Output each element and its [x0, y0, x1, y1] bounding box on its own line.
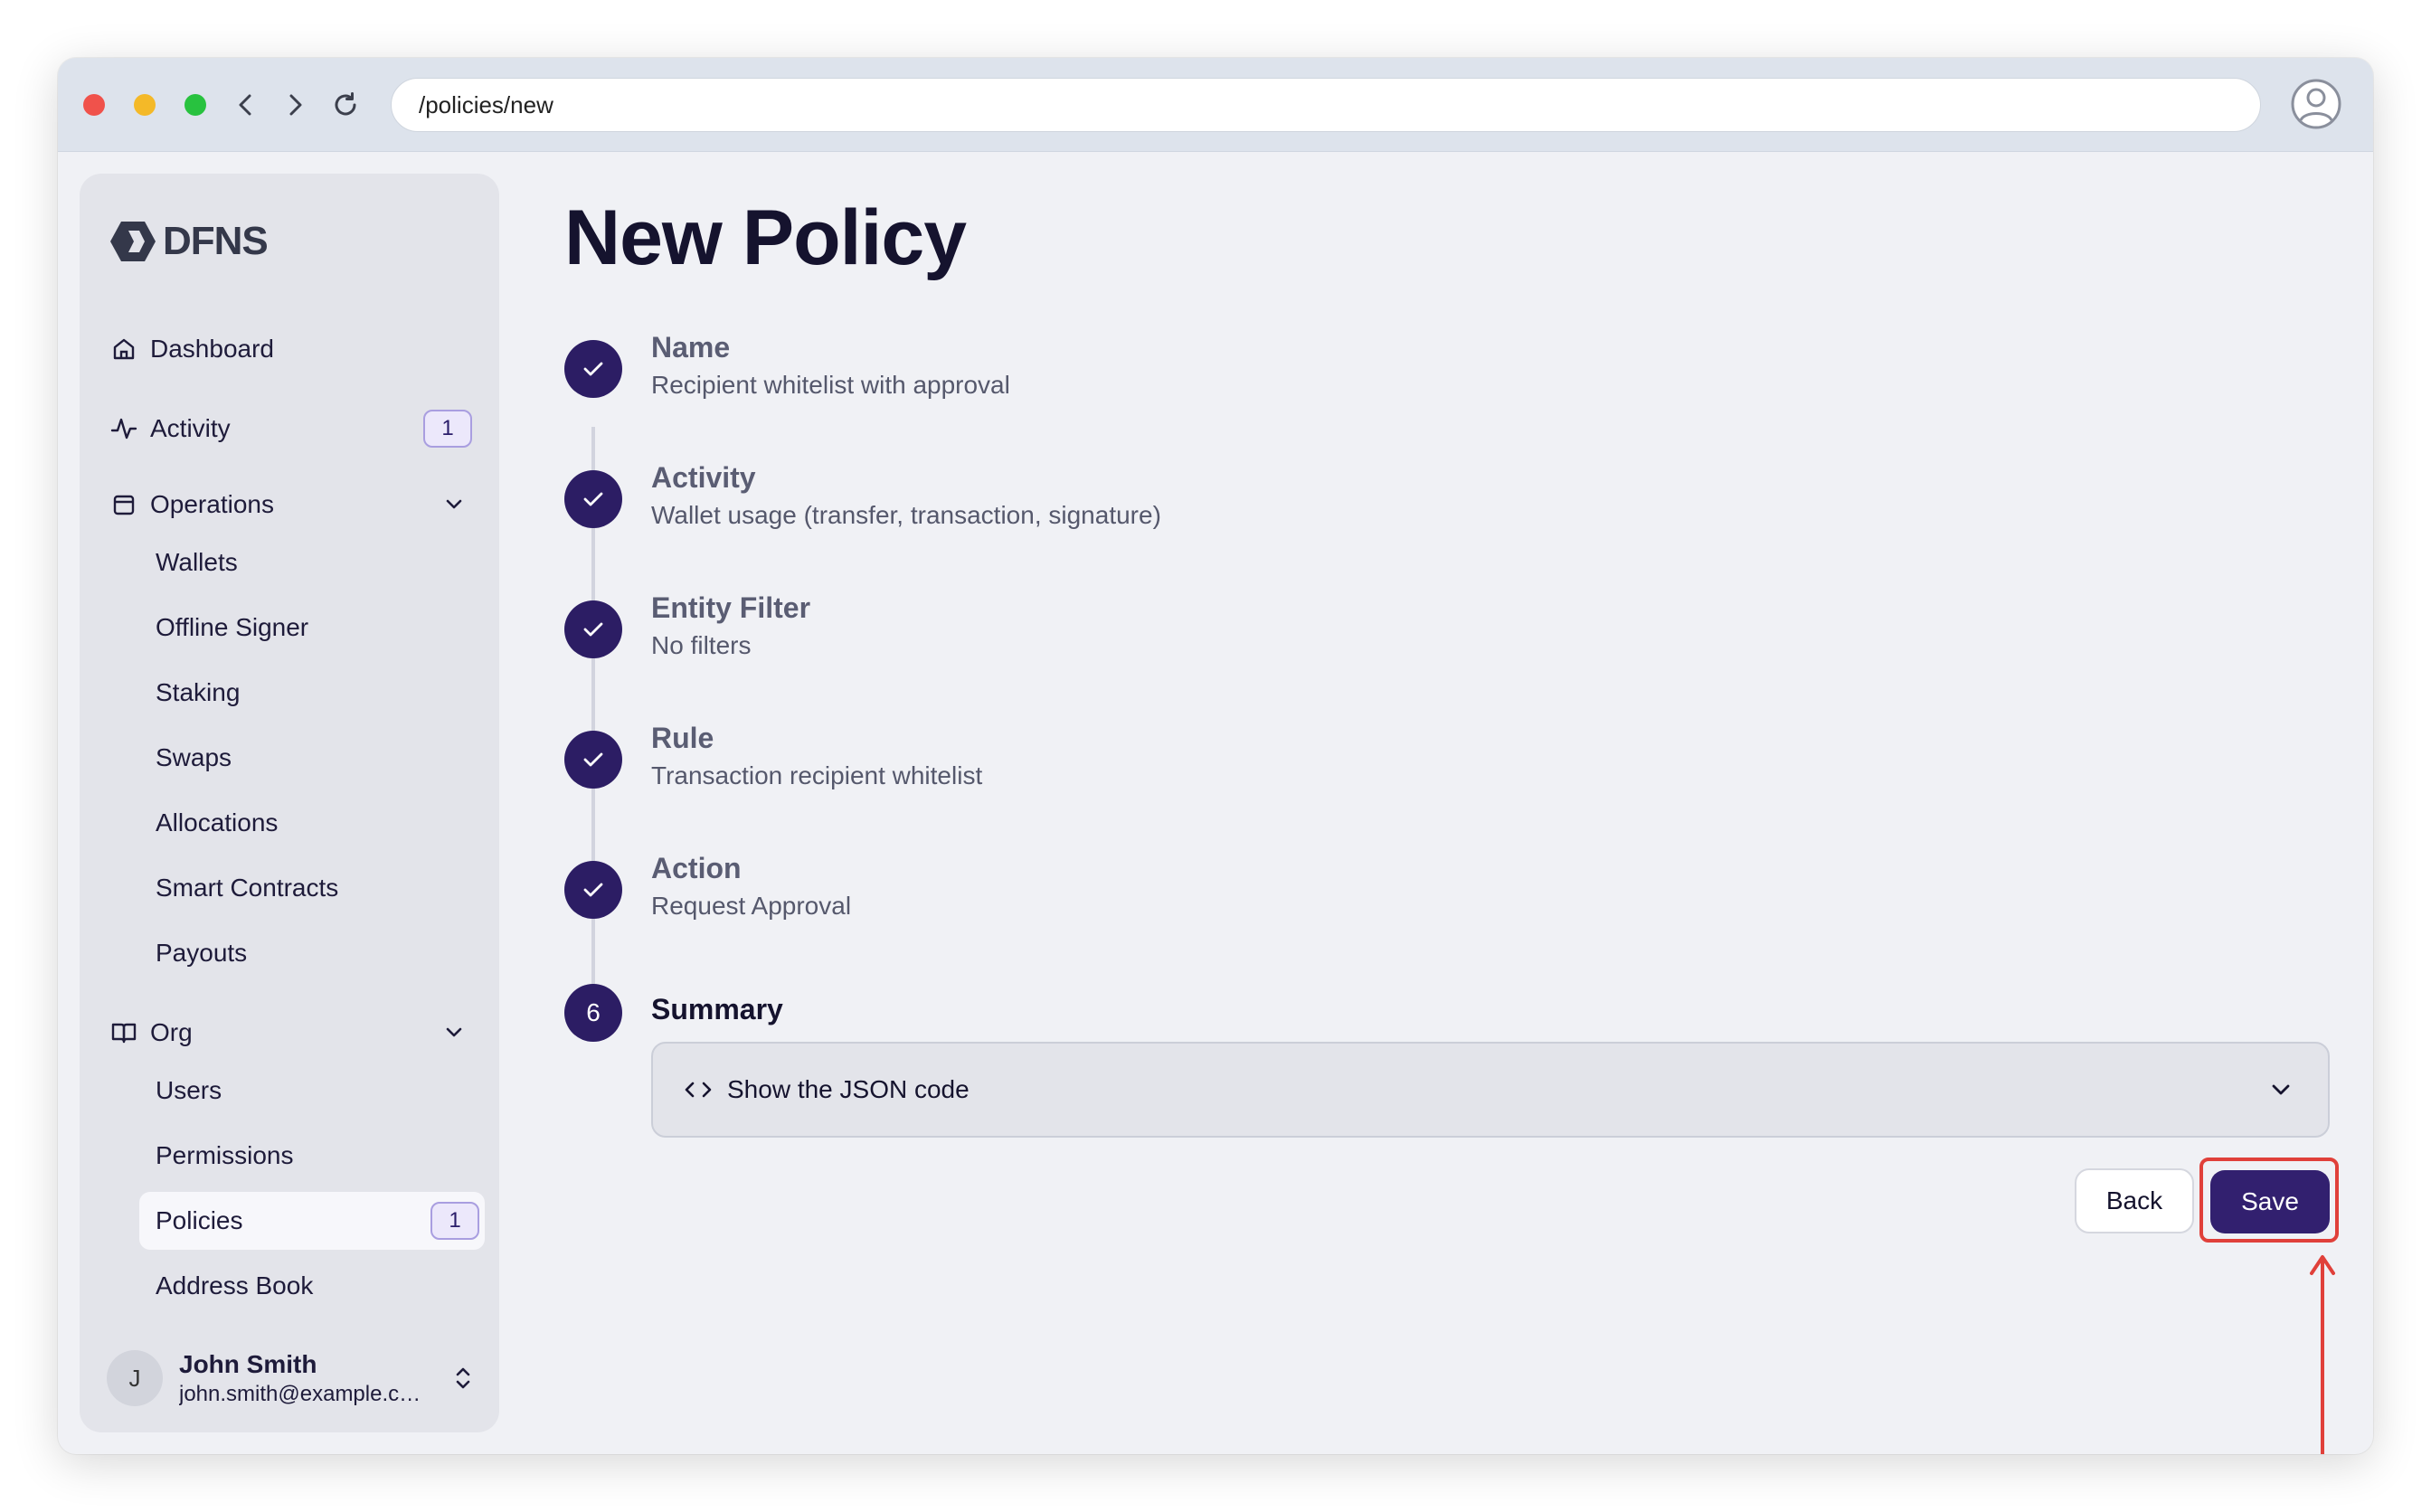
step-complete-checkmark: [564, 340, 622, 398]
close-window-button[interactable]: [83, 94, 105, 116]
step-complete-checkmark: [564, 731, 622, 789]
check-icon: [583, 883, 603, 897]
sidebar-item-dashboard[interactable]: Dashboard: [105, 322, 478, 376]
sidebar-item-swaps[interactable]: Swaps: [139, 729, 485, 787]
chevron-down-icon[interactable]: [436, 487, 472, 523]
step-number-summary: 6: [564, 984, 622, 1042]
user-menu[interactable]: J John Smith john.smith@example.com: [107, 1346, 487, 1411]
sidebar-item-allocations[interactable]: Allocations: [139, 794, 485, 852]
sidebar-group-org[interactable]: Org: [105, 1006, 478, 1060]
sidebar-item-label: Address Book: [156, 1271, 314, 1299]
step-title-rule[interactable]: Rule: [651, 722, 714, 755]
url-text: /policies/new: [419, 90, 553, 118]
step-complete-checkmark: [564, 600, 622, 658]
sidebar: DFNS Dashboard Activity 1 Operations Wal…: [80, 174, 499, 1432]
step-description-entity-filter: No filters: [651, 631, 752, 659]
sidebar-item-label: Payouts: [156, 939, 248, 967]
sidebar-item-offline-signer[interactable]: Offline Signer: [139, 599, 485, 657]
check-icon: [583, 752, 603, 767]
sidebar-item-users[interactable]: Users: [139, 1062, 485, 1120]
sidebar-item-label: Swaps: [156, 743, 232, 771]
step-title-name[interactable]: Name: [651, 331, 730, 364]
sidebar-item-staking[interactable]: Staking: [139, 664, 485, 722]
step-title-summary: Summary: [651, 993, 783, 1025]
sidebar-item-payouts[interactable]: Payouts: [139, 924, 485, 982]
avatar: J: [107, 1350, 163, 1406]
forward-icon[interactable]: [275, 85, 315, 125]
step-description-rule: Transaction recipient whitelist: [651, 761, 983, 789]
sidebar-item-label: Dashboard: [150, 335, 274, 363]
page-title: New Policy: [564, 194, 967, 281]
sidebar-item-activity[interactable]: Activity 1: [105, 402, 478, 456]
book-icon: [109, 1017, 139, 1048]
chevron-up-down-icon[interactable]: [445, 1360, 481, 1396]
sidebar-item-label: Users: [156, 1076, 222, 1104]
sidebar-item-label: Allocations: [156, 808, 279, 836]
user-info: John Smith john.smith@example.com: [179, 1348, 445, 1408]
minimize-window-button[interactable]: [134, 94, 156, 116]
chevron-down-icon: [2263, 1072, 2299, 1108]
user-name: John Smith: [179, 1350, 317, 1378]
user-email: john.smith@example.com: [179, 1382, 425, 1406]
code-icon: [682, 1073, 714, 1106]
browser-window: /policies/new DFNS Dashboard Activity 1 …: [58, 58, 2373, 1454]
sidebar-item-smart-contracts[interactable]: Smart Contracts: [139, 859, 485, 917]
sidebar-item-label: Activity: [150, 414, 231, 442]
sidebar-item-wallets[interactable]: Wallets: [139, 534, 485, 591]
sidebar-item-label: Permissions: [156, 1141, 294, 1169]
step-description-action: Request Approval: [651, 892, 852, 920]
address-bar[interactable]: /policies/new: [391, 78, 2261, 132]
save-button-highlight: [2199, 1158, 2339, 1243]
sidebar-item-policies[interactable]: Policies 1: [139, 1192, 485, 1250]
sidebar-item-address-book[interactable]: Address Book: [139, 1257, 485, 1315]
activity-count-badge: 1: [423, 410, 472, 448]
profile-icon[interactable]: [2288, 76, 2344, 132]
activity-icon: [109, 413, 139, 444]
step-title-entity-filter[interactable]: Entity Filter: [651, 591, 810, 625]
policies-count-badge: 1: [430, 1202, 479, 1240]
back-icon[interactable]: [226, 85, 266, 125]
step-title-activity[interactable]: Activity: [651, 461, 756, 495]
sidebar-item-label: Staking: [156, 678, 241, 706]
sidebar-item-label: Policies: [156, 1206, 243, 1234]
dfns-logo-icon: [110, 222, 156, 261]
json-toggle-label: Show the JSON code: [727, 1075, 970, 1103]
step-title-action[interactable]: Action: [651, 852, 742, 885]
step-complete-checkmark: [564, 470, 622, 528]
show-json-toggle[interactable]: Show the JSON code: [651, 1042, 2330, 1138]
browser-toolbar: /policies/new: [58, 58, 2373, 152]
reload-icon[interactable]: [326, 85, 365, 125]
sidebar-item-label: Offline Signer: [156, 613, 309, 641]
calendar-icon: [109, 489, 139, 520]
annotation-arrow-icon: [2310, 1255, 2335, 1454]
step-description-activity: Wallet usage (transfer, transaction, sig…: [651, 501, 1161, 529]
check-icon: [583, 622, 603, 637]
check-icon: [583, 492, 603, 506]
maximize-window-button[interactable]: [184, 94, 206, 116]
sidebar-item-label: Wallets: [156, 548, 238, 576]
sidebar-group-operations[interactable]: Operations: [105, 477, 478, 532]
sidebar-item-permissions[interactable]: Permissions: [139, 1127, 485, 1185]
sidebar-group-label: Org: [150, 1018, 193, 1046]
sidebar-group-label: Operations: [150, 490, 274, 518]
home-icon: [109, 334, 139, 364]
sidebar-item-label: Smart Contracts: [156, 874, 339, 902]
check-icon: [583, 362, 603, 376]
step-complete-checkmark: [564, 861, 622, 919]
dfns-logo[interactable]: DFNS: [109, 219, 269, 264]
logo-text: DFNS: [163, 219, 269, 263]
step-description-name: Recipient whitelist with approval: [651, 371, 1010, 399]
back-button[interactable]: Back: [2075, 1168, 2194, 1233]
chevron-down-icon[interactable]: [436, 1015, 472, 1051]
